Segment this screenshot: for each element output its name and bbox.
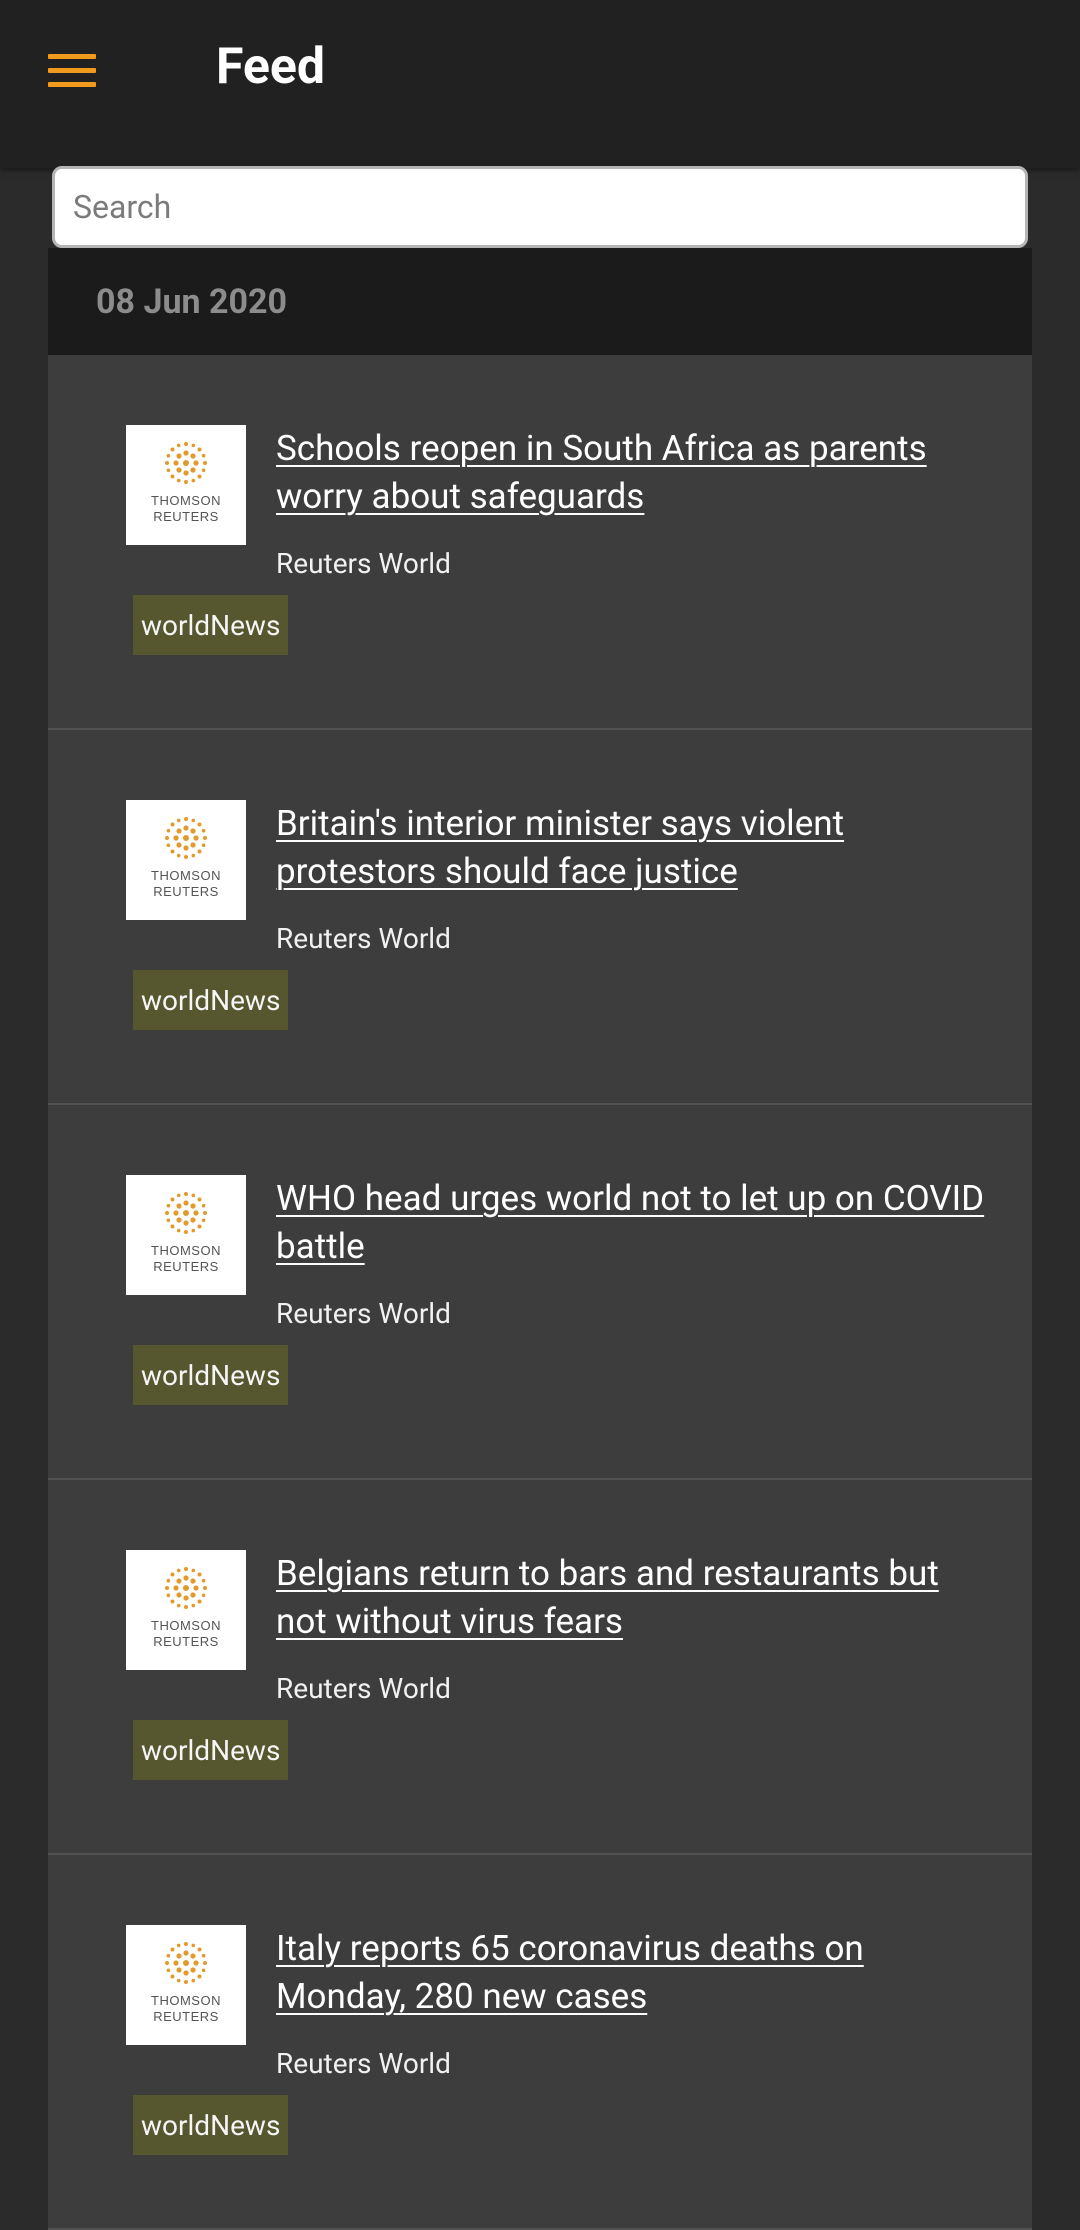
reuters-dots-icon (165, 817, 207, 859)
feed-list: 08 Jun 2020 THOMSON REUTERS Schools reop… (48, 248, 1032, 2230)
logo-text-line2: REUTERS (153, 1259, 219, 1274)
logo-text-line1: THOMSON (151, 868, 221, 883)
thomson-reuters-logo: THOMSON REUTERS (126, 800, 246, 920)
logo-text-line2: REUTERS (153, 884, 219, 899)
article-source: Reuters World (276, 1672, 451, 1705)
article-source: Reuters World (276, 2047, 451, 2080)
logo-text-line1: THOMSON (151, 493, 221, 508)
reuters-dots-icon (165, 442, 207, 484)
article-title-link[interactable]: Italy reports 65 coronavirus deaths on M… (276, 1925, 996, 2021)
thomson-reuters-logo: THOMSON REUTERS (126, 1925, 246, 2045)
article-source: Reuters World (276, 547, 451, 580)
hamburger-menu-icon[interactable] (30, 38, 114, 102)
category-tag[interactable]: worldNews (133, 2095, 289, 2155)
article-title-link[interactable]: Belgians return to bars and restaurants … (276, 1550, 996, 1646)
logo-text-line2: REUTERS (153, 1634, 219, 1649)
logo-text-line2: REUTERS (153, 509, 219, 524)
feed-card: THOMSON REUTERS Schools reopen in South … (48, 355, 1032, 730)
article-title-link[interactable]: Britain's interior minister says violent… (276, 800, 996, 896)
article-source: Reuters World (276, 1297, 451, 1330)
feed-card: THOMSON REUTERS Britain's interior minis… (48, 730, 1032, 1105)
thomson-reuters-logo: THOMSON REUTERS (126, 425, 246, 545)
reuters-dots-icon (165, 1192, 207, 1234)
feed-card: THOMSON REUTERS WHO head urges world not… (48, 1105, 1032, 1480)
thomson-reuters-logo: THOMSON REUTERS (126, 1550, 246, 1670)
category-tag[interactable]: worldNews (133, 595, 289, 655)
logo-text-line1: THOMSON (151, 1618, 221, 1633)
article-title-link[interactable]: Schools reopen in South Africa as parent… (276, 425, 996, 521)
reuters-dots-icon (165, 1942, 207, 1984)
thomson-reuters-logo: THOMSON REUTERS (126, 1175, 246, 1295)
feed-card: THOMSON REUTERS Belgians return to bars … (48, 1480, 1032, 1855)
category-tag[interactable]: worldNews (133, 1720, 289, 1780)
category-tag[interactable]: worldNews (133, 1345, 289, 1405)
article-source: Reuters World (276, 922, 451, 955)
category-tag[interactable]: worldNews (133, 970, 289, 1030)
logo-text-line2: REUTERS (153, 2009, 219, 2024)
date-header: 08 Jun 2020 (48, 248, 1032, 355)
article-title-link[interactable]: WHO head urges world not to let up on CO… (276, 1175, 996, 1271)
reuters-dots-icon (165, 1567, 207, 1609)
search-box (52, 166, 1028, 248)
feed-card: THOMSON REUTERS Italy reports 65 coronav… (48, 1855, 1032, 2230)
app-bar: Feed (0, 0, 1080, 168)
logo-text-line1: THOMSON (151, 1993, 221, 2008)
page-title: Feed (216, 38, 326, 96)
search-input[interactable] (55, 169, 1025, 245)
logo-text-line1: THOMSON (151, 1243, 221, 1258)
